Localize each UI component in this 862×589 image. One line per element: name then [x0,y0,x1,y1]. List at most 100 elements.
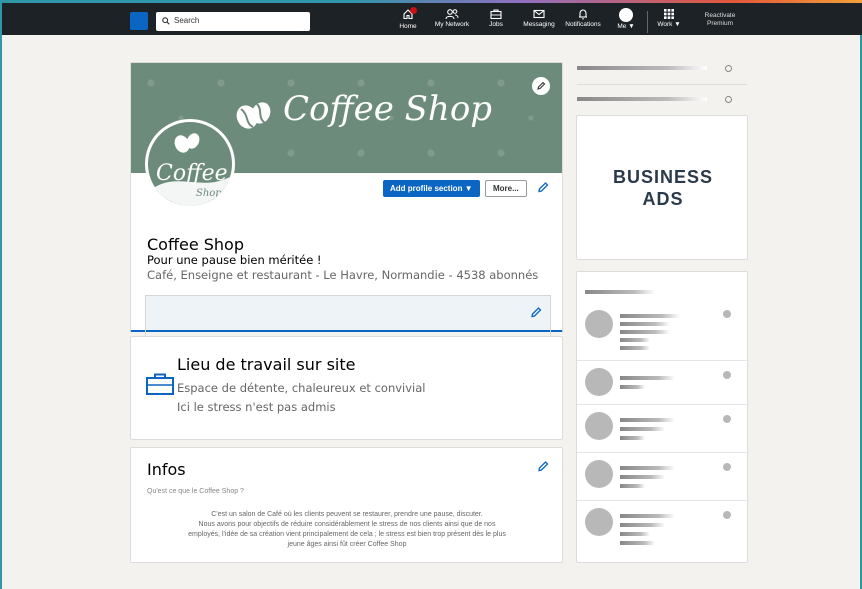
placeholder-bar [620,322,670,326]
infos-body: C'est un salon de Café où les clients pe… [141,510,553,550]
nav-me-label: Me ▼ [617,23,635,30]
divider [577,360,749,361]
placeholder-bar [620,346,650,350]
infos-card: Infos Qu'est ce que le Coffee Shop ? C'e… [130,447,563,563]
coffee-bean-icon [236,102,271,129]
suggestion-avatar[interactable] [585,508,613,536]
message-icon [533,9,545,19]
suggestion-dot[interactable] [723,511,731,519]
profile-headline: Pour une pause bien méritée ! [147,253,322,267]
nav-messaging-label: Messaging [523,21,555,28]
nav-notifications-label: Notifications [565,21,601,28]
divider [577,84,747,85]
ads-line-2: ADS [642,189,684,209]
nav-jobs-label: Jobs [489,21,503,28]
placeholder-bar [620,314,680,318]
infos-body-line-4: jeune âges ainsi fût créer Coffee Shop [287,541,407,548]
banner-title: Coffee Shop [283,89,493,129]
ads-text: BUSINESS ADS [577,166,749,210]
placeholder-bar [620,484,645,488]
suggestion-dot[interactable] [723,415,731,423]
workplace-line-1: Espace de détente, chaleureux et convivi… [177,381,426,395]
placeholder-bar [577,97,707,101]
suggestion-avatar[interactable] [585,310,613,338]
nav-divider [647,11,648,33]
nav-home[interactable]: Home [394,7,422,30]
business-ads-card[interactable]: BUSINESS ADS [576,115,748,260]
suggestion-dot[interactable] [723,463,731,471]
edit-infos-pencil-icon[interactable] [535,458,551,474]
radio-circle[interactable] [725,96,732,103]
edit-highlight-pencil-icon[interactable] [528,304,544,320]
placeholder-bar [620,466,675,470]
suggestion-dot[interactable] [723,371,731,379]
infos-question: Qu'est ce que le Coffee Shop ? [147,488,244,495]
placeholder-bar [620,475,665,479]
svg-text:Coffee: Coffee [156,161,228,186]
divider [577,500,749,501]
top-navbar: Search Home My Network Jobs Messaging No… [2,3,862,35]
infos-title: Infos [147,460,186,479]
divider [577,452,749,453]
search-input[interactable]: Search [156,12,310,31]
infos-body-line-2: Nous avons pour objectifs de réduire con… [198,521,496,528]
notification-badge [410,7,417,14]
briefcase-icon [490,9,502,20]
profile-name: Coffee Shop [147,235,244,254]
highlight-box-header [146,296,550,330]
nav-notifications[interactable]: Notifications [562,8,604,28]
edit-banner-button[interactable] [532,77,550,95]
nav-work-label: Work ▼ [657,21,681,28]
add-profile-section-button[interactable]: Add profile section ▼ [383,180,480,197]
search-placeholder: Search [174,16,200,25]
placeholder-bar [620,338,650,342]
placeholder-bar [620,436,645,440]
suggestion-dot[interactable] [723,310,731,318]
svg-text:Shop: Shop [196,188,222,199]
placeholder-bar [620,532,650,536]
profile-subline: Café, Enseigne et restaurant - Le Havre,… [147,268,539,282]
reactivate-premium-link[interactable]: Reactivate Premium [698,12,742,28]
nav-jobs[interactable]: Jobs [484,8,508,28]
placeholder-bar [620,330,670,334]
search-icon [162,17,170,25]
coffee-logo: Coffee Shop [148,133,232,206]
divider [577,404,749,405]
suggestions-card [576,271,749,563]
workplace-line-2: Ici le stress n'est pas admis [177,400,336,414]
workplace-card: Lieu de travail sur site Espace de déten… [130,336,563,440]
premium-line2: Premium [706,20,733,27]
infos-body-line-3: employés, l'idée de sa création vient pr… [188,531,506,538]
nav-work[interactable]: Work ▼ [653,8,685,28]
premium-line1: Reactivate [704,12,736,19]
pencil-icon [537,81,546,90]
suggestion-avatar[interactable] [585,460,613,488]
nav-me[interactable]: Me ▼ [613,8,639,30]
suggestion-avatar[interactable] [585,368,613,396]
placeholder-bar [577,66,707,70]
infos-body-line-1: C'est un salon de Café où les clients pe… [211,511,483,518]
more-button[interactable]: More... [485,180,527,197]
placeholder-bar [620,541,655,545]
nav-my-network[interactable]: My Network [432,8,472,28]
nav-messaging[interactable]: Messaging [518,8,560,28]
nav-home-label: Home [399,23,417,30]
placeholder-bar [585,290,655,294]
me-avatar [619,8,633,22]
nav-my-network-label: My Network [434,21,470,28]
placeholder-bar [620,427,665,431]
placeholder-bar [620,514,675,518]
profile-avatar[interactable]: Coffee Shop [145,119,235,209]
radio-circle[interactable] [725,65,732,72]
placeholder-bar [620,523,665,527]
profile-card: Coffee Shop Coffee Shop Add profile sect… [130,62,563,345]
suggestion-avatar[interactable] [585,412,613,440]
linkedin-logo[interactable] [130,12,148,30]
briefcase-icon [146,373,174,395]
placeholder-bar [620,418,675,422]
grid-icon [664,9,674,19]
placeholder-bar [620,385,645,389]
workplace-title: Lieu de travail sur site [177,355,356,374]
people-icon [445,9,459,20]
edit-profile-pencil-icon[interactable] [535,179,551,195]
